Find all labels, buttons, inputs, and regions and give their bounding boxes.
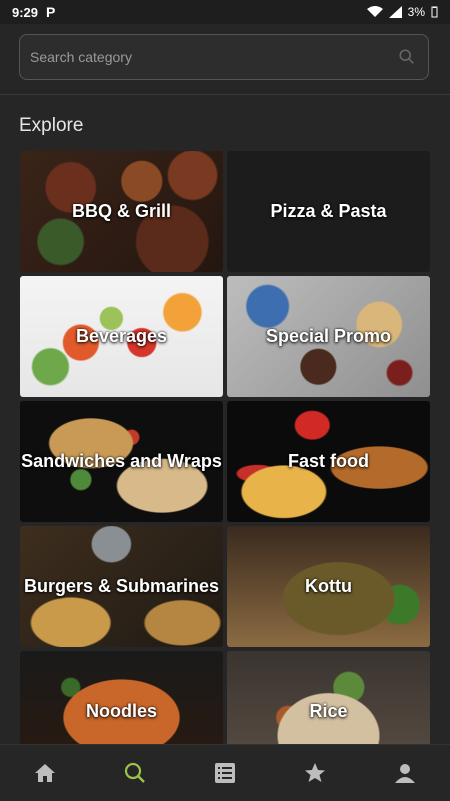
category-tile-pizza-pasta[interactable]: Pizza & Pasta (227, 151, 430, 272)
signal-icon (388, 6, 402, 18)
category-image (20, 651, 223, 744)
status-bar: 9:29 P 3% (0, 0, 450, 24)
category-tile-beverages[interactable]: Beverages (20, 276, 223, 397)
category-label: Pizza & Pasta (270, 201, 387, 221)
category-image (227, 651, 430, 744)
battery-icon (431, 6, 438, 18)
nav-list[interactable] (205, 753, 245, 793)
category-tile-burgers-submarines[interactable]: Burgers & Submarines (20, 526, 223, 647)
wifi-icon (366, 6, 383, 17)
category-tile-sandwiches-wraps[interactable]: Sandwiches and Wraps (20, 401, 223, 522)
star-icon (305, 763, 325, 782)
category-tile-special-promo[interactable]: Special Promo (227, 276, 430, 397)
search-icon (124, 762, 145, 783)
category-tile-bbq-grill[interactable]: BBQ & Grill (20, 151, 223, 272)
app-notification-icon: P (46, 4, 56, 20)
category-label: Rice (309, 701, 348, 721)
category-label: Beverages (75, 326, 168, 346)
status-right: 3% (366, 5, 438, 19)
search-icon[interactable] (398, 48, 416, 66)
nav-favorites[interactable] (295, 753, 335, 793)
category-tile-rice[interactable]: Rice (227, 651, 430, 744)
profile-icon (395, 764, 415, 783)
search-input[interactable] (28, 36, 398, 78)
bottom-nav (0, 744, 450, 801)
category-grid: BBQ & Grill Pizza & Pasta Beverages Spec… (20, 151, 430, 744)
category-label: Kottu (305, 576, 352, 596)
battery-percent: 3% (407, 5, 425, 19)
nav-home[interactable] (25, 753, 65, 793)
category-label: Burgers & Submarines (23, 576, 220, 596)
category-label: Fast food (288, 451, 369, 471)
category-tile-fast-food[interactable]: Fast food (227, 401, 430, 522)
section-title: Explore (19, 115, 84, 136)
nav-profile[interactable] (385, 753, 425, 793)
list-icon (215, 763, 235, 783)
category-label: BBQ & Grill (71, 201, 171, 221)
category-label: Noodles (85, 701, 157, 721)
nav-search[interactable] (115, 753, 155, 793)
category-label: Sandwiches and Wraps (21, 451, 222, 471)
category-label: Special Promo (265, 326, 392, 346)
category-tile-noodles[interactable]: Noodles (20, 651, 223, 744)
search-box[interactable] (19, 34, 429, 80)
home-icon (35, 764, 55, 782)
status-time: 9:29 (12, 4, 39, 20)
search-bar-container (0, 24, 450, 95)
category-tile-kottu[interactable]: Kottu (227, 526, 430, 647)
